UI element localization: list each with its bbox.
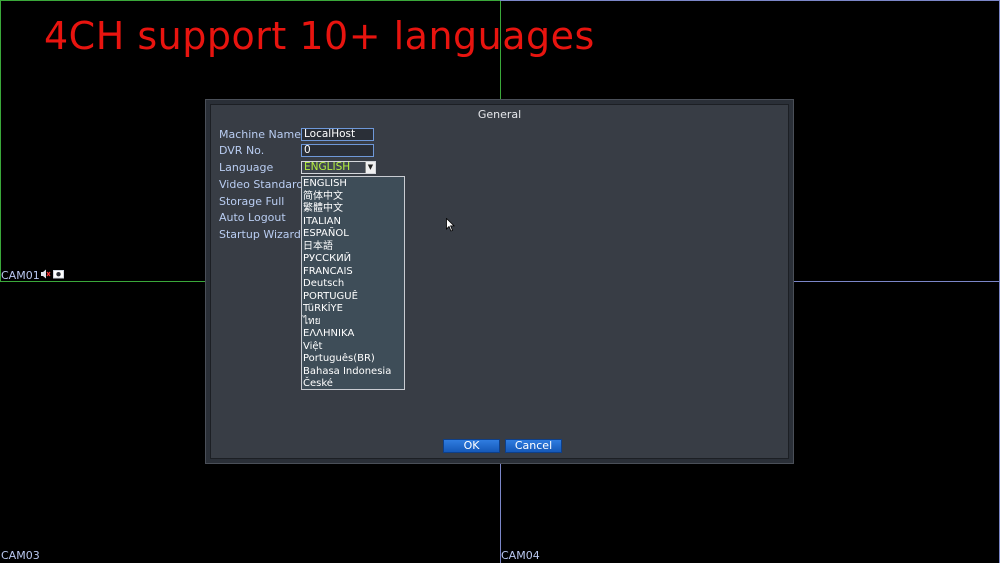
grid-divider-left-edge — [0, 0, 1, 281]
machine-name-label: Machine Name — [219, 128, 301, 141]
language-option[interactable]: ITALIAN — [303, 216, 404, 229]
language-option[interactable]: РУССКИЙ — [303, 253, 404, 266]
dvr-screen: 4CH support 10+ languages CAM01 CAM03 CA… — [0, 0, 1000, 563]
dialog-body: General Machine Name LocalHost DVR No. 0… — [210, 104, 789, 459]
language-option[interactable]: Bahasa Indonesia — [303, 366, 404, 379]
language-option[interactable]: ESPAÑOL — [303, 228, 404, 241]
general-settings-dialog: General Machine Name LocalHost DVR No. 0… — [205, 99, 794, 464]
camera-label-cam03: CAM03 — [1, 549, 40, 562]
cam01-status-icons — [40, 269, 64, 279]
language-option[interactable]: 简体中文 — [303, 191, 404, 204]
language-option[interactable]: Deutsch — [303, 278, 404, 291]
language-select-value: ENGLISH — [302, 162, 365, 173]
language-option[interactable]: ΕΛΛΗΝΙΚΑ — [303, 328, 404, 341]
promo-headline: 4CH support 10+ languages — [44, 14, 595, 58]
dvr-no-input[interactable]: 0 — [301, 144, 374, 157]
auto-logout-label: Auto Logout — [219, 211, 286, 224]
grid-divider-top-right-edge — [500, 0, 1000, 1]
camera-label-cam01: CAM01 — [1, 269, 40, 282]
chevron-down-icon[interactable]: ▼ — [365, 162, 375, 173]
language-option[interactable]: 日本語 — [303, 241, 404, 254]
video-standard-label: Video Standard — [219, 178, 304, 191]
language-option[interactable]: TüRKİYE — [303, 303, 404, 316]
language-option[interactable]: Việt — [303, 341, 404, 354]
language-option[interactable]: České — [303, 378, 404, 391]
language-option[interactable]: 繁體中文 — [303, 203, 404, 216]
language-select[interactable]: ENGLISH ▼ — [301, 161, 376, 174]
grid-divider-horizontal-right — [794, 281, 1000, 282]
dvr-no-label: DVR No. — [219, 144, 265, 157]
language-option[interactable]: Português(BR) — [303, 353, 404, 366]
record-icon — [53, 270, 64, 279]
mouse-cursor-icon — [446, 218, 455, 232]
startup-wizard-label: Startup Wizard — [219, 228, 301, 241]
dialog-title: General — [477, 108, 522, 121]
cancel-button[interactable]: Cancel — [505, 439, 562, 453]
ok-button[interactable]: OK — [443, 439, 500, 453]
language-option[interactable]: ไทย — [303, 316, 404, 329]
language-dropdown-list[interactable]: ENGLISH 简体中文 繁體中文 ITALIAN ESPAÑOL 日本語 РУ… — [301, 176, 405, 390]
language-label: Language — [219, 161, 274, 174]
camera-label-cam04: CAM04 — [501, 549, 540, 562]
machine-name-input[interactable]: LocalHost — [301, 128, 374, 141]
grid-divider-top-edge — [0, 0, 500, 1]
language-option[interactable]: ENGLISH — [303, 178, 404, 191]
language-option[interactable]: FRANCAIS — [303, 266, 404, 279]
speaker-muted-icon — [41, 269, 51, 279]
storage-full-label: Storage Full — [219, 195, 285, 208]
language-option[interactable]: PORTUGUÊ — [303, 291, 404, 304]
